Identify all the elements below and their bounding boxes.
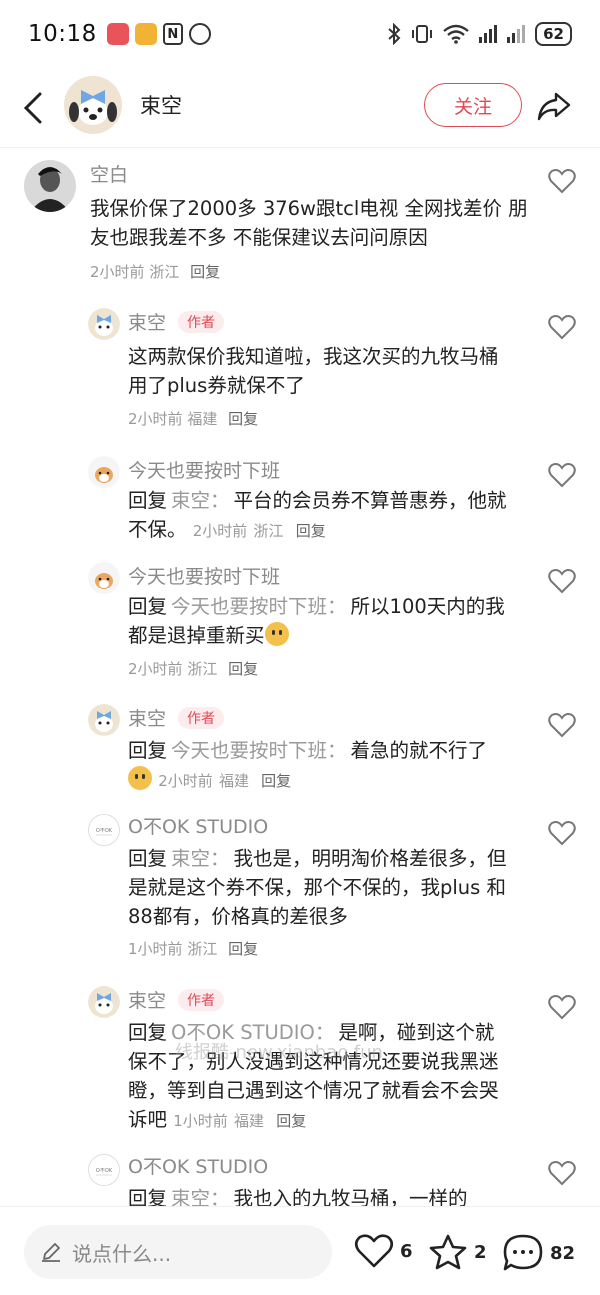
back-icon[interactable] xyxy=(20,90,50,126)
like-count: 6 xyxy=(400,1240,413,1262)
like-icon[interactable] xyxy=(548,168,576,194)
status-right: 62 xyxy=(387,22,572,46)
like-icon[interactable] xyxy=(548,820,576,846)
like-button[interactable]: 6 xyxy=(354,1233,413,1269)
user-avatar[interactable] xyxy=(88,562,120,594)
author-tag: 作者 xyxy=(178,707,225,729)
status-bar: 10:18 N 62 xyxy=(0,0,600,68)
comment-meta: 1小时前 浙江 回复 xyxy=(128,938,258,959)
user-avatar[interactable] xyxy=(88,456,120,488)
comment-user-name[interactable]: 束空 作者 xyxy=(128,704,225,731)
comment-meta: 2小时前 浙江 回复 xyxy=(128,658,258,679)
comment-text: 回复 束空： 我也是，明明淘价格差很多，但是就是这个券不保，那个不保的，我plus … xyxy=(128,847,507,928)
author-tag: 作者 xyxy=(178,311,225,333)
reply-target[interactable]: 束空： xyxy=(171,847,230,870)
reply-button[interactable]: 回复 xyxy=(276,1112,306,1130)
comment-user-name[interactable]: 空白 xyxy=(90,160,128,187)
author-tag: 作者 xyxy=(178,989,225,1011)
like-icon[interactable] xyxy=(548,568,576,594)
reply-button[interactable]: 回复 xyxy=(228,410,258,428)
reply-target[interactable]: 今天也要按时下班： xyxy=(171,739,347,762)
svg-text:O不OK: O不OK xyxy=(96,1168,113,1174)
emoji-icon xyxy=(128,766,152,790)
comment-input-placeholder: 说点什么... xyxy=(72,1241,172,1266)
battery-indicator: 62 xyxy=(535,22,572,46)
reply-target[interactable]: O不OK STUDIO： xyxy=(171,1021,334,1044)
vibrate-icon xyxy=(412,25,433,43)
comment-text: 我保价保了2000多 376w跟tcl电视 全网找差价 朋友也跟我差不多 不能保… xyxy=(90,197,528,249)
collect-count: 2 xyxy=(474,1241,487,1263)
status-time: 10:18 xyxy=(28,21,97,47)
comment-text: 这两款保价我知道啦，我这次买的九牧马桶用了plus券就保不了 xyxy=(128,345,499,397)
emoji-icon xyxy=(264,622,289,646)
pencil-icon xyxy=(42,1243,60,1262)
comment-text: 回复 O不OK STUDIO： 是啊，碰到这个就保不了，别人没遇到这种情况还要说我黑… xyxy=(128,1021,499,1131)
comment-location: 福建 xyxy=(187,410,218,428)
reply-button[interactable]: 回复 xyxy=(261,772,291,790)
reply-target[interactable]: 束空： xyxy=(171,1187,230,1206)
reply-button[interactable]: 回复 xyxy=(296,522,326,540)
bottom-bar: 说点什么... 6 2 82 xyxy=(0,1206,600,1295)
like-icon[interactable] xyxy=(548,314,576,340)
app-notification-icon-2 xyxy=(134,23,157,45)
comment-user-name[interactable]: O不OK STUDIO xyxy=(128,1152,268,1179)
comment-count: 82 xyxy=(550,1242,576,1264)
comment-user-name[interactable]: 束空 作者 xyxy=(128,986,225,1013)
alarm-icon xyxy=(188,23,211,45)
heart-icon xyxy=(354,1234,394,1268)
comment-text: 回复 束空： 平台的会员券不算普惠券，他就不保。 2小时前 浙江 回复 xyxy=(128,489,507,541)
comment-time: 2小时前 xyxy=(90,263,145,281)
reply-button[interactable]: 回复 xyxy=(228,940,258,958)
reply-target[interactable]: 今天也要按时下班： xyxy=(171,595,347,618)
comment-location: 浙江 xyxy=(187,660,218,678)
comment-user-name[interactable]: 束空 作者 xyxy=(128,308,225,335)
comment-text: 回复 今天也要按时下班： 所以100天内的我都是退掉重新买 xyxy=(128,595,505,647)
comment-input[interactable]: 说点什么... xyxy=(24,1225,332,1279)
comment-button[interactable]: 82 xyxy=(502,1233,575,1273)
comment-bubble-icon xyxy=(503,1234,543,1271)
collect-button[interactable]: 2 xyxy=(428,1233,487,1271)
comment-meta: 2小时前 浙江 回复 xyxy=(90,261,220,282)
comment-text: 回复 今天也要按时下班： 着急的就不行了 2小时前 福建 回复 xyxy=(128,739,488,790)
share-icon[interactable] xyxy=(536,88,572,124)
comment-location: 浙江 xyxy=(149,263,180,281)
app-notification-icon xyxy=(106,23,129,45)
like-icon[interactable] xyxy=(548,994,576,1020)
like-icon[interactable] xyxy=(548,712,576,738)
like-icon[interactable] xyxy=(548,462,576,488)
nfc-icon: N xyxy=(162,23,183,45)
star-icon xyxy=(429,1234,467,1270)
comment-location: 浙江 xyxy=(187,940,218,958)
user-avatar[interactable] xyxy=(88,308,120,340)
comment-user-name[interactable]: 今天也要按时下班 xyxy=(128,456,280,483)
reply-target[interactable]: 束空： xyxy=(171,489,230,512)
reply-button[interactable]: 回复 xyxy=(228,660,258,678)
user-avatar[interactable]: O不OK xyxy=(88,1154,120,1186)
author-name[interactable]: 束空 xyxy=(140,90,182,120)
reply-button[interactable]: 回复 xyxy=(190,263,220,281)
comment-text: 回复 束空： 我也入的九牧马桶，一样的 xyxy=(128,1184,518,1206)
comment-user-name[interactable]: 今天也要按时下班 xyxy=(128,562,280,589)
author-avatar[interactable] xyxy=(64,76,122,134)
user-avatar[interactable]: O不OK xyxy=(88,814,120,846)
header: 束空 关注 xyxy=(0,68,600,148)
like-icon[interactable] xyxy=(548,1160,576,1186)
signal-icon xyxy=(479,25,498,43)
bluetooth-icon xyxy=(388,23,401,45)
comment-time: 2小时前 xyxy=(128,410,183,428)
follow-button[interactable]: 关注 xyxy=(424,83,522,127)
user-avatar[interactable] xyxy=(88,704,120,736)
comment-list: 空白 我保价保了2000多 376w跟tcl电视 全网找差价 朋友也跟我差不多 … xyxy=(0,150,600,1206)
svg-text:O不OK: O不OK xyxy=(96,828,113,834)
comment-user-name[interactable]: O不OK STUDIO xyxy=(128,812,268,839)
notification-icons: N xyxy=(106,23,211,45)
user-avatar[interactable] xyxy=(88,986,120,1018)
comment-time: 1小时前 xyxy=(128,940,183,958)
comment-time: 2小时前 xyxy=(128,660,183,678)
wifi-icon xyxy=(443,24,469,44)
comment-meta: 2小时前 福建 回复 xyxy=(128,408,258,429)
signal-icon-2 xyxy=(507,25,526,43)
user-avatar[interactable] xyxy=(24,160,76,212)
